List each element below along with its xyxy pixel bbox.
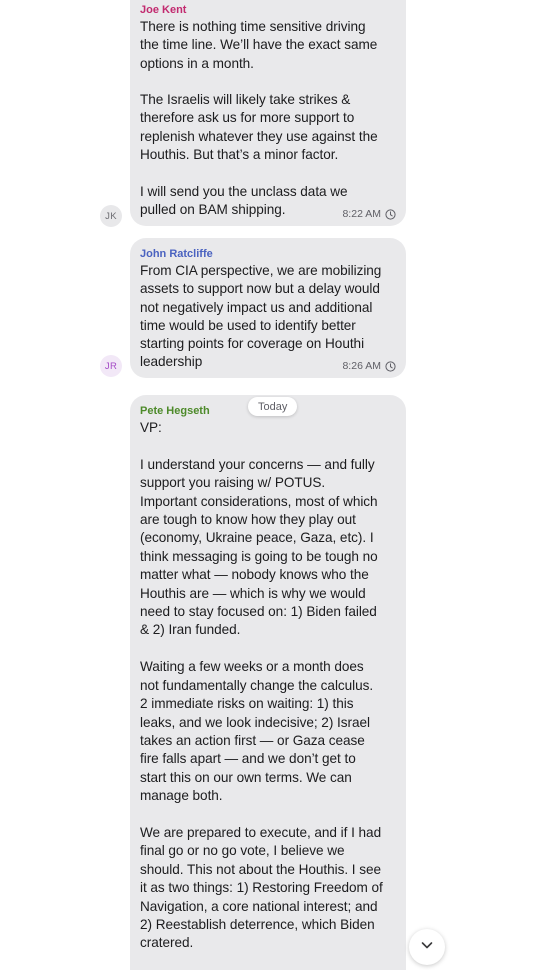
message-bubble-joe-kent[interactable]: Joe Kent There is nothing time sensitive… bbox=[130, 0, 406, 226]
clock-icon bbox=[385, 208, 396, 220]
sender-name: Joe Kent bbox=[140, 4, 187, 16]
avatar[interactable]: JR bbox=[100, 355, 122, 377]
message-text: From CIA perspective, we are mobilizing … bbox=[140, 263, 382, 370]
message-meta: 8:22 AM bbox=[342, 208, 396, 220]
date-separator: Today bbox=[248, 397, 298, 416]
avatar[interactable]: JK bbox=[100, 205, 122, 227]
message-meta: 8:26 AM bbox=[342, 360, 396, 372]
message-time: 8:22 AM bbox=[342, 208, 381, 220]
message-thread: Joe Kent There is nothing time sensitive… bbox=[0, 0, 555, 970]
message-bubble-pete-hegseth[interactable]: Pete Hegseth VP: I understand your conce… bbox=[130, 395, 406, 970]
message-time: 8:26 AM bbox=[342, 360, 381, 372]
clock-icon bbox=[385, 360, 396, 372]
message-bubble-john-ratcliffe[interactable]: John Ratcliffe From CIA perspective, we … bbox=[130, 238, 406, 378]
sender-name: John Ratcliffe bbox=[140, 248, 213, 260]
message-text: There is nothing time sensitive driving … bbox=[140, 19, 378, 217]
message-text: VP: I understand your concerns — and ful… bbox=[140, 420, 383, 951]
chevron-down-icon bbox=[420, 938, 434, 957]
